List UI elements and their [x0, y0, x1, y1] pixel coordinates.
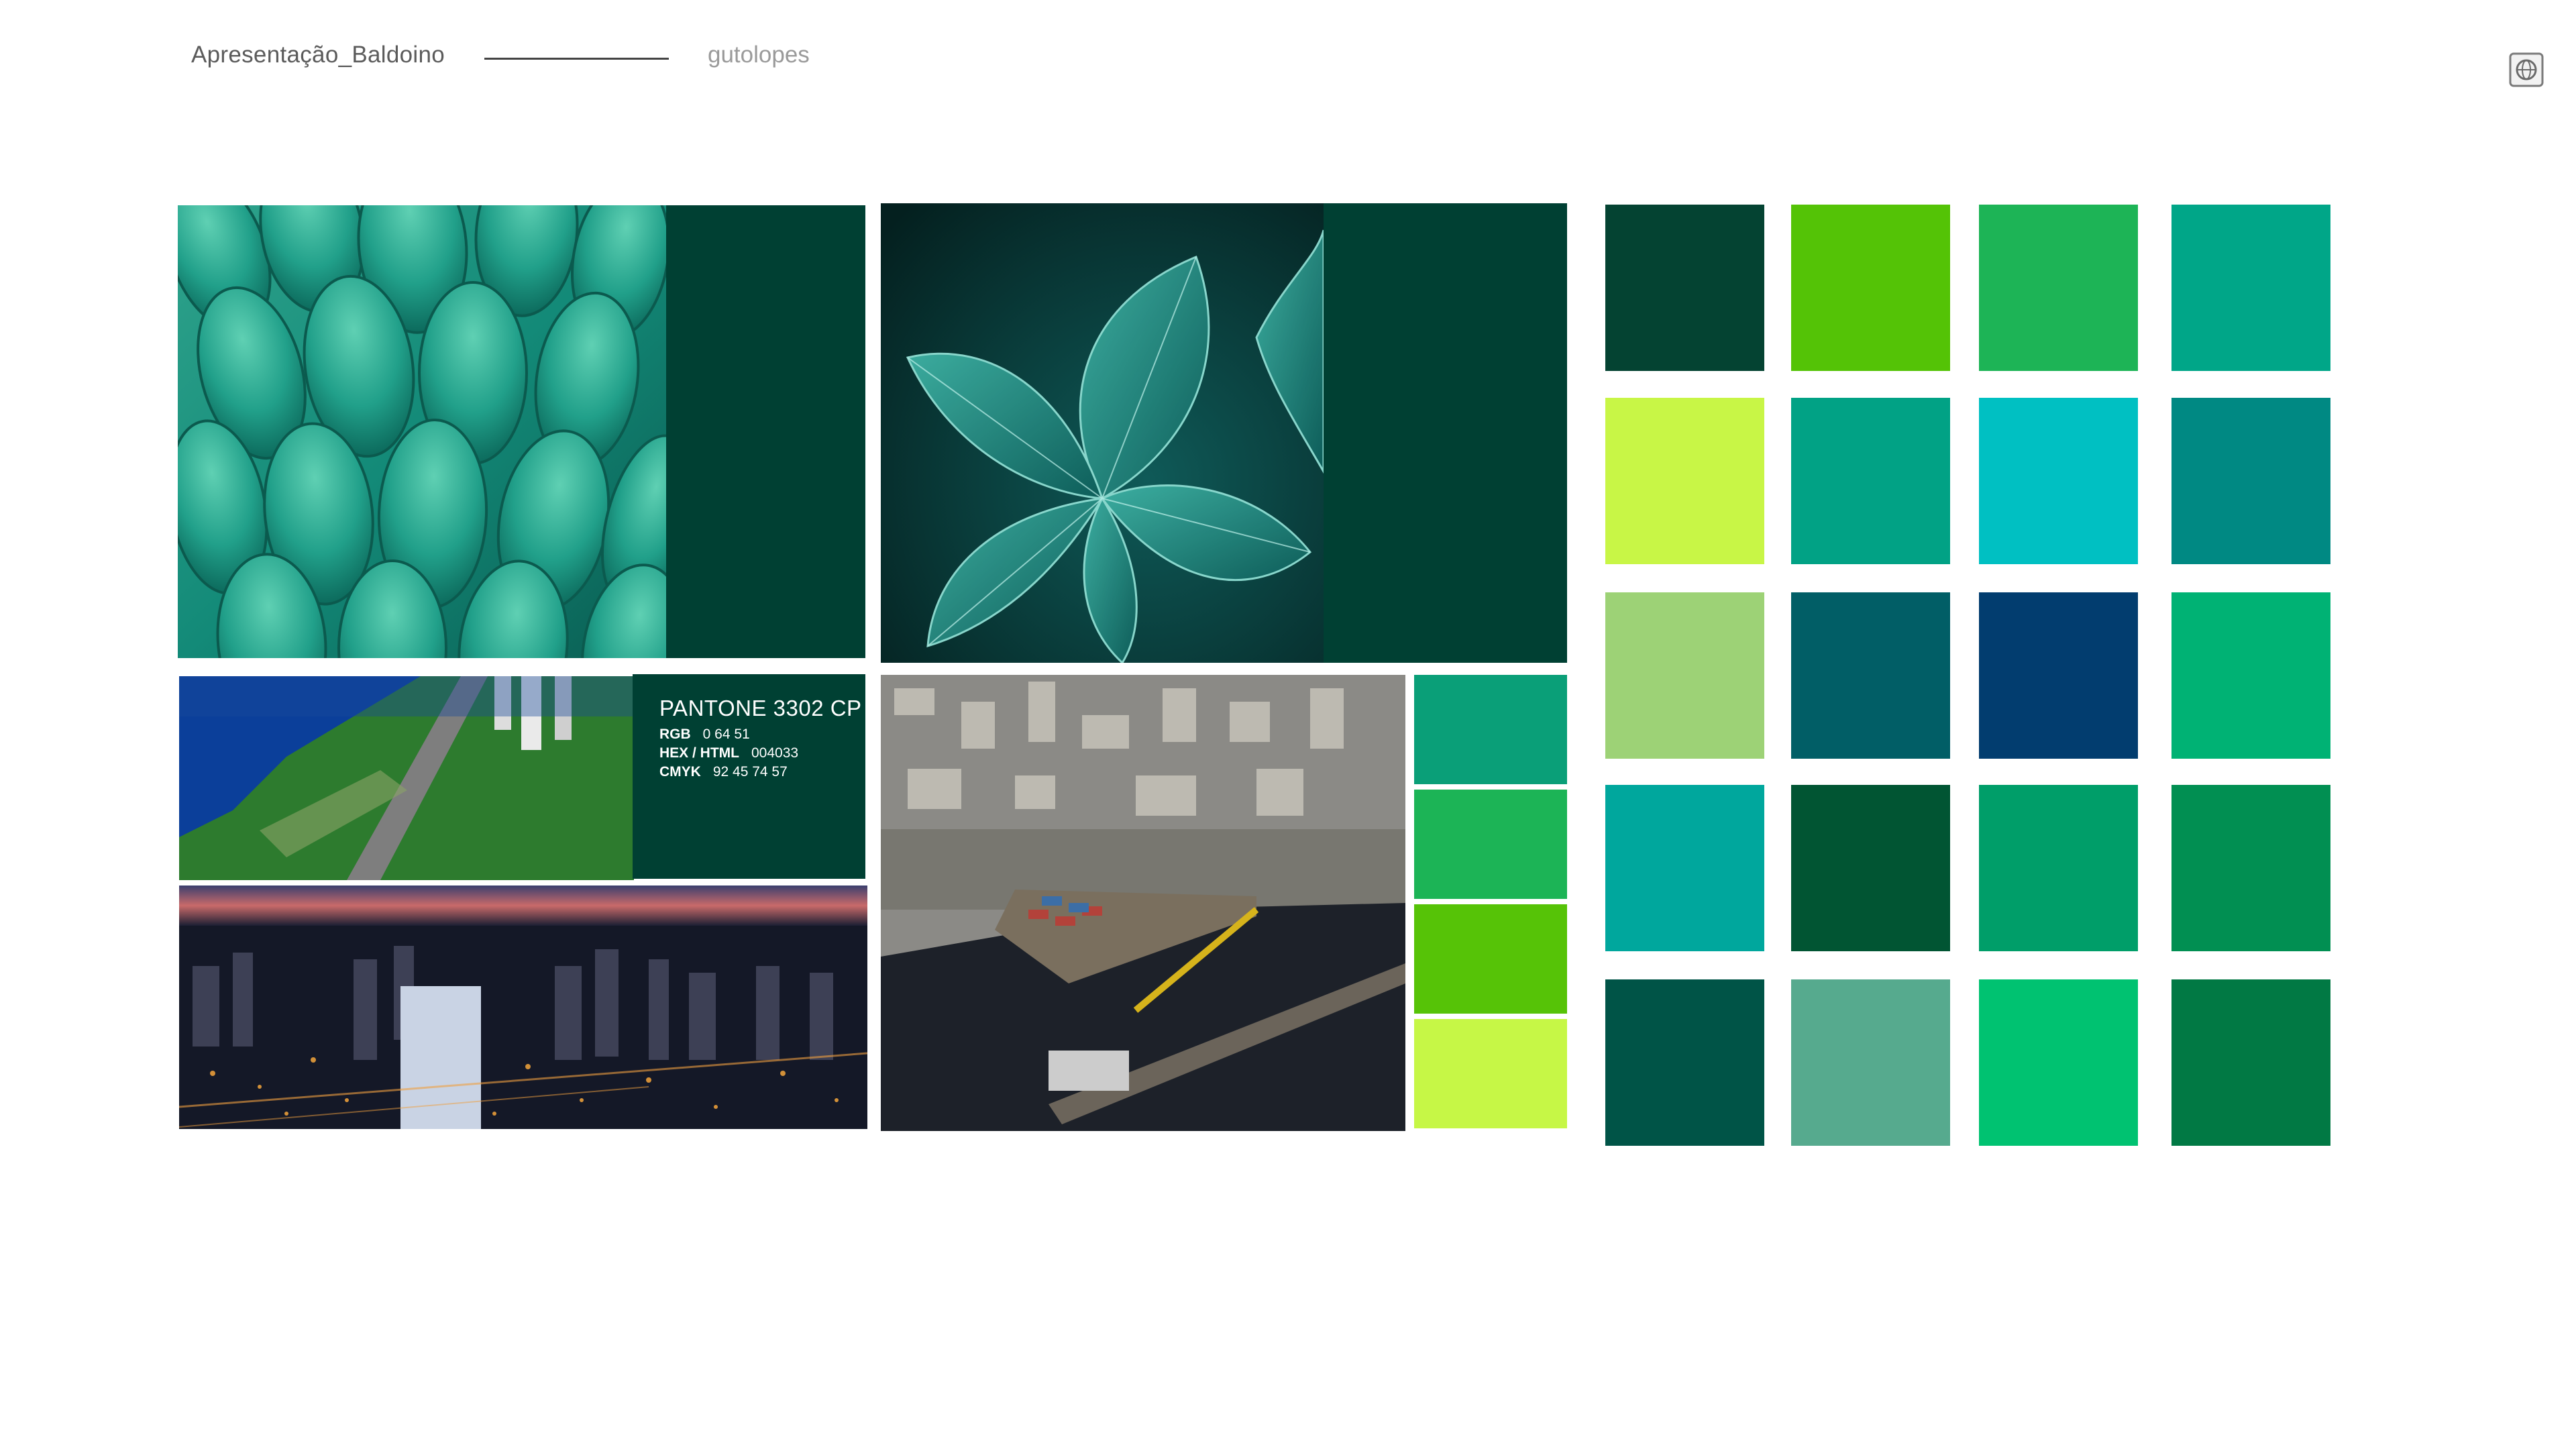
leaves-photo — [881, 203, 1324, 663]
pantone-hex: HEX / HTML 004033 — [659, 745, 798, 761]
palette-swatch — [1791, 205, 1950, 371]
palette-swatch — [1605, 979, 1764, 1146]
feathers-photo — [178, 205, 666, 658]
aerial-waterfront-photo — [179, 676, 634, 880]
palette-swatch — [2171, 785, 2330, 951]
header-divider — [484, 58, 669, 60]
palette-swatch — [1979, 592, 2138, 759]
palette-swatch — [1605, 592, 1764, 759]
palette-swatch — [1979, 205, 2138, 371]
night-city-photo — [179, 885, 867, 1129]
hex-label: HEX / HTML — [659, 745, 739, 761]
author-name: gutolopes — [708, 42, 810, 68]
pantone-cmyk: CMYK 92 45 74 57 — [659, 764, 788, 780]
pantone-rgb: RGB 0 64 51 — [659, 727, 750, 743]
palette-swatch — [1605, 785, 1764, 951]
cmyk-label: CMYK — [659, 764, 701, 780]
presentation-title: Apresentação_Baldoino — [191, 42, 445, 68]
strip-swatch — [1414, 790, 1567, 899]
leaves-dark-panel — [1324, 203, 1567, 663]
strip-swatch — [1414, 1019, 1567, 1128]
strip-swatch — [1414, 904, 1567, 1014]
palette-swatch — [1605, 205, 1764, 371]
pantone-title: PANTONE 3302 CP — [659, 696, 862, 720]
brand-color-panel — [666, 205, 865, 658]
palette-swatch — [1605, 398, 1764, 564]
palette-swatch — [1791, 785, 1950, 951]
cmyk-value: 92 45 74 57 — [712, 764, 788, 780]
strip-swatch — [1414, 675, 1567, 784]
palette-swatch — [1791, 592, 1950, 759]
palette-swatch — [1979, 785, 2138, 951]
document-globe-icon[interactable] — [2509, 52, 2544, 87]
palette-swatch — [2171, 979, 2330, 1146]
rgb-value: 0 64 51 — [702, 727, 750, 742]
port-aerial-photo — [881, 675, 1405, 1131]
palette-swatch — [2171, 205, 2330, 371]
rgb-label: RGB — [659, 727, 691, 742]
pantone-card: PANTONE 3302 CP RGB 0 64 51 HEX / HTML 004… — [633, 674, 865, 879]
palette-swatch — [1979, 398, 2138, 564]
palette-swatch — [1791, 398, 1950, 564]
hex-value: 004033 — [751, 745, 799, 761]
palette-swatch — [2171, 398, 2330, 564]
palette-swatch — [2171, 592, 2330, 759]
palette-swatch — [1979, 979, 2138, 1146]
palette-swatch — [1791, 979, 1950, 1146]
